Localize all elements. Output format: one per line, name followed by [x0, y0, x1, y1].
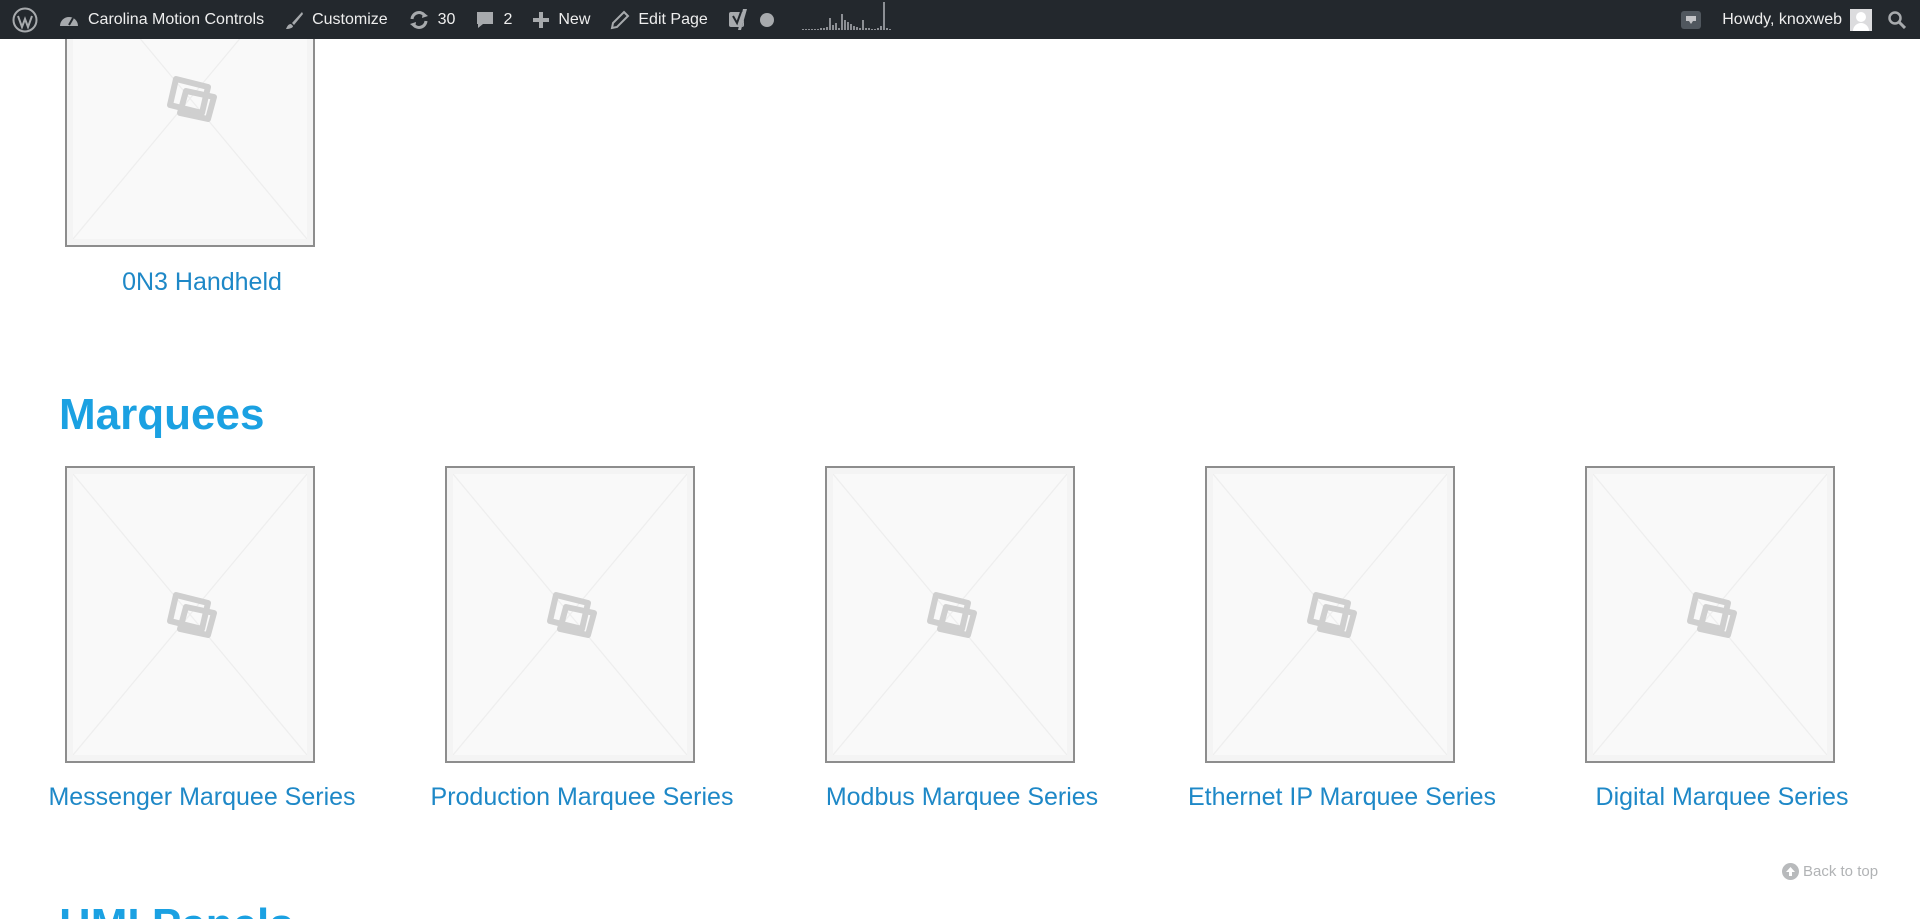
placeholder-image — [453, 474, 687, 755]
placeholder-image — [1213, 474, 1447, 755]
placeholder-image — [833, 474, 1067, 755]
avatar — [1850, 8, 1872, 31]
admin-bar-right: Howdy, knoxweb — [1670, 0, 1920, 39]
product-title-link[interactable]: Modbus Marquee Series — [772, 783, 1152, 812]
paintbrush-icon — [286, 11, 304, 29]
new-content-button[interactable]: New — [522, 0, 600, 39]
yoast-icon — [728, 7, 748, 31]
notification-icon — [1681, 10, 1702, 29]
plus-icon — [533, 11, 550, 28]
search-button[interactable] — [1878, 0, 1916, 39]
placeholder-image — [1593, 474, 1827, 755]
product-title-link[interactable]: Messenger Marquee Series — [12, 783, 392, 812]
pencil-icon — [611, 10, 630, 29]
placeholder-image-icon — [1687, 591, 1737, 638]
my-account-menu[interactable]: Howdy, knoxweb — [1712, 0, 1878, 39]
comment-icon — [477, 11, 494, 28]
back-to-top-link[interactable]: Back to top — [1782, 863, 1878, 880]
section-heading: Marquees — [59, 390, 265, 439]
edit-page-label: Edit Page — [638, 10, 708, 28]
product-thumbnail[interactable] — [1205, 466, 1455, 763]
howdy-greeting: Howdy, knoxweb — [1722, 10, 1842, 28]
product-title-link[interactable]: Digital Marquee Series — [1532, 783, 1912, 812]
search-icon — [1888, 10, 1906, 29]
placeholder-image-icon — [547, 591, 597, 638]
back-to-top-label: Back to top — [1803, 863, 1879, 880]
customize-button[interactable]: Customize — [274, 0, 398, 39]
wordpress-icon — [12, 7, 38, 32]
site-name-label: Carolina Motion Controls — [88, 10, 265, 28]
updates-icon — [409, 10, 428, 29]
product-thumbnail[interactable] — [825, 466, 1075, 763]
product-title-link[interactable]: Production Marquee Series — [392, 783, 772, 812]
admin-bar-left: Carolina Motion Controls Customize 30 2 — [0, 0, 902, 39]
updates-count: 30 — [437, 10, 456, 28]
comments-button[interactable]: 2 — [465, 0, 522, 39]
traffic-sparkline[interactable] — [784, 1, 902, 34]
product-thumbnail[interactable] — [1585, 466, 1835, 763]
placeholder-image-icon — [167, 75, 217, 122]
product-title-link[interactable]: Ethernet IP Marquee Series — [1152, 783, 1532, 812]
product-title-link[interactable]: 0N3 Handheld — [12, 268, 392, 297]
product-thumbnail[interactable] — [445, 466, 695, 763]
admin-bar: Carolina Motion Controls Customize 30 2 — [0, 0, 1920, 39]
product-thumbnail[interactable] — [65, 466, 315, 763]
placeholder-image-icon — [1307, 591, 1357, 638]
placeholder-image — [73, 474, 307, 755]
notifications-button[interactable] — [1670, 0, 1712, 39]
placeholder-image-icon — [167, 591, 217, 638]
wp-logo-menu[interactable] — [2, 0, 48, 39]
dashboard-icon — [60, 16, 78, 26]
site-name-menu[interactable]: Carolina Motion Controls — [48, 0, 274, 39]
customize-label: Customize — [312, 10, 388, 28]
yoast-seo-menu[interactable] — [718, 0, 784, 39]
comments-count: 2 — [503, 10, 513, 28]
new-label: New — [558, 10, 591, 28]
seo-status-dot-icon — [759, 12, 774, 27]
arrow-up-icon — [1782, 863, 1799, 880]
section-heading: HMI Panels — [59, 900, 294, 919]
placeholder-image-icon — [927, 591, 977, 638]
edit-page-button[interactable]: Edit Page — [600, 0, 717, 39]
updates-button[interactable]: 30 — [398, 0, 466, 39]
